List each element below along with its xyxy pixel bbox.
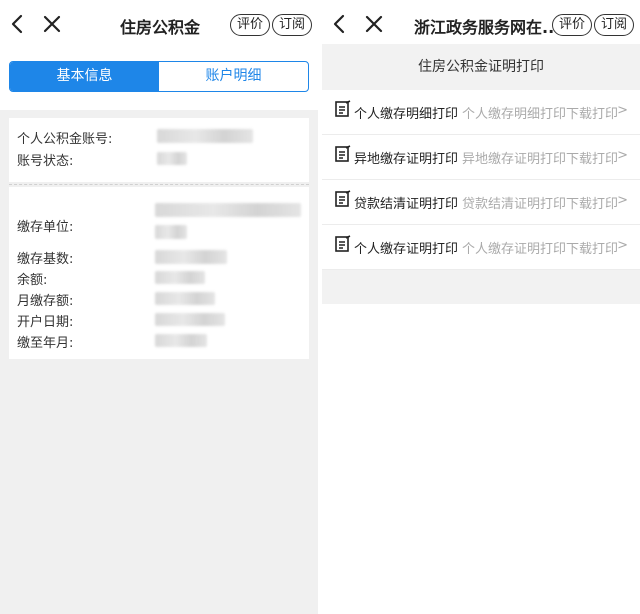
subscribe-button[interactable]: 订阅 [594,14,635,36]
base-amount-label: 缴存基数: [17,252,74,267]
section-header-title: 住房公积金证明打印 [418,59,544,75]
rate-button[interactable]: 评价 [552,14,593,36]
employer-value-redacted-2 [155,225,187,239]
section-header: 住房公积金证明打印 [322,44,640,90]
item-subtitle: 贷款结清证明打印下载打印 [462,197,619,212]
chevron-right-icon: > [617,238,628,253]
card-divider [9,184,309,185]
balance-value-redacted [155,271,205,284]
employer-label: 缴存单位: [17,220,74,235]
item-subtitle: 个人缴存证明打印下载打印 [462,242,619,257]
chevron-left-icon[interactable] [328,12,352,36]
list-item-personal-deposit-detail[interactable]: 个人缴存明细打印 个人缴存明细打印下载打印 > [322,90,640,135]
monthly-deposit-value-redacted [155,292,215,305]
right-panel: 浙江政务服务网在... 评价 订阅 住房公积金证明打印 个人缴存明细打印 个人缴… [322,0,640,614]
item-label: 个人缴存明细打印 [354,107,459,122]
document-edit-icon [334,100,352,118]
right-top-bar: 浙江政务服务网在... 评价 订阅 [322,0,640,50]
account-status-label: 账号状态: [17,154,74,169]
close-icon[interactable] [40,12,64,36]
rate-button[interactable]: 评价 [230,14,271,36]
page-title: 浙江政务服务网在... [414,18,561,37]
chevron-left-icon[interactable] [6,12,30,36]
left-top-bar: 住房公积金 评价 订阅 [0,0,318,50]
balance-label: 余额: [17,273,48,288]
item-subtitle: 个人缴存明细打印下载打印 [462,107,619,122]
chevron-right-icon: > [617,148,628,163]
document-edit-icon [334,190,352,208]
item-label: 异地缴存证明打印 [354,152,459,167]
detail-card: 缴存单位: 缴存基数: 余额: 月缴存额: 开户日期: 缴至年月: [9,187,309,359]
account-card: 个人公积金账号: 账号状态: [9,118,309,182]
tab-account-details[interactable]: 账户明细 [159,62,308,91]
base-amount-value-redacted [155,250,227,264]
account-number-label: 个人公积金账号: [17,132,113,147]
tab-basic-info[interactable]: 基本信息 [10,62,159,91]
open-date-value-redacted [155,313,225,326]
monthly-deposit-label: 月缴存额: [17,294,74,309]
page-title: 住房公积金 [120,18,201,37]
account-number-value-redacted [157,129,253,143]
list-item-remote-deposit-proof[interactable]: 异地缴存证明打印 异地缴存证明打印下载打印 > [322,135,640,180]
item-label: 贷款结清证明打印 [354,197,459,212]
paid-until-label: 缴至年月: [17,336,74,351]
chevron-right-icon: > [617,103,628,118]
close-icon[interactable] [362,12,386,36]
paid-until-value-redacted [155,334,207,347]
account-status-value-redacted [157,152,187,165]
subscribe-button[interactable]: 订阅 [272,14,313,36]
document-edit-icon [334,235,352,253]
employer-value-redacted [155,203,301,217]
chevron-right-icon: > [617,193,628,208]
list-item-loan-settlement-proof[interactable]: 贷款结清证明打印 贷款结清证明打印下载打印 > [322,180,640,225]
item-label: 个人缴存证明打印 [354,242,459,257]
list-item-personal-deposit-proof[interactable]: 个人缴存证明打印 个人缴存证明打印下载打印 > [322,225,640,270]
left-panel: 住房公积金 评价 订阅 基本信息 账户明细 个人公积金账号: 账号状态: 缴存单… [0,0,318,614]
item-subtitle: 异地缴存证明打印下载打印 [462,152,619,167]
document-edit-icon [334,145,352,163]
list-footer-spacer [322,270,640,304]
segmented-tabs: 基本信息 账户明细 [9,61,309,92]
open-date-label: 开户日期: [17,315,74,330]
